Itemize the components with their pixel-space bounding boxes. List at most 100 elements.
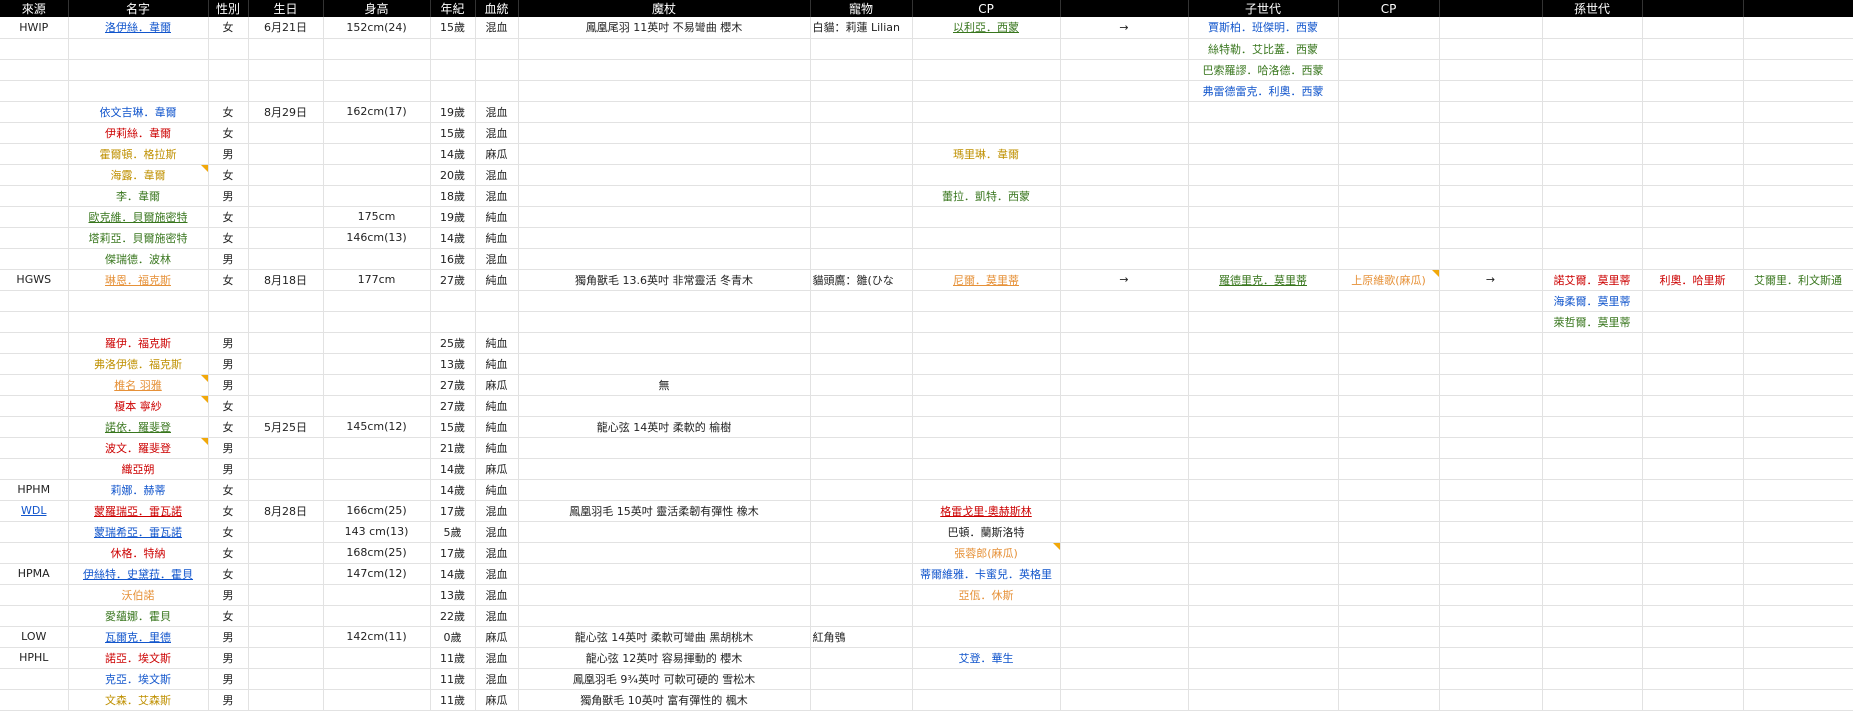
cell-grandchild-3[interactable]: [1743, 416, 1853, 438]
cell-arrow[interactable]: [1060, 689, 1189, 711]
cell-cp[interactable]: 艾登．華生: [912, 647, 1061, 669]
cell-source[interactable]: [0, 605, 69, 627]
cell-grandchild[interactable]: [1542, 143, 1643, 165]
cell-arrow2[interactable]: [1439, 416, 1543, 438]
cell-sex[interactable]: 男: [208, 374, 249, 396]
cell-cp2[interactable]: 上原維歌(麻瓜): [1338, 269, 1440, 291]
cell-arrow2[interactable]: [1439, 605, 1543, 627]
cell-grandchild[interactable]: [1542, 122, 1643, 144]
cell-sex[interactable]: 男: [208, 626, 249, 648]
cell-height[interactable]: [323, 647, 431, 669]
cell-birthday[interactable]: 5月25日: [248, 416, 324, 438]
cell-birthday[interactable]: 8月18日: [248, 269, 324, 291]
cell-source[interactable]: [0, 38, 69, 60]
col-header-pet[interactable]: 寵物: [810, 0, 913, 17]
cell-sex[interactable]: 男: [208, 647, 249, 669]
cell-height[interactable]: 177cm: [323, 269, 431, 291]
cell-grandchild-2[interactable]: [1642, 227, 1744, 249]
cell-cp2[interactable]: [1338, 311, 1440, 333]
cell-birthday[interactable]: [248, 311, 324, 333]
cell-age[interactable]: 21歲: [430, 437, 476, 459]
cell-pet[interactable]: [810, 647, 913, 669]
cell-height[interactable]: [323, 311, 431, 333]
cell-grandchild-3[interactable]: [1743, 311, 1853, 333]
cell-age[interactable]: 13歲: [430, 584, 476, 606]
cell-name[interactable]: [68, 38, 209, 60]
cell-arrow2[interactable]: [1439, 521, 1543, 543]
cell-cp2[interactable]: [1338, 458, 1440, 480]
col-header-source[interactable]: 來源: [0, 0, 69, 17]
cell-arrow2[interactable]: [1439, 395, 1543, 417]
cell-name[interactable]: 伊絲特．史黛菈．霍貝: [68, 563, 209, 585]
cell-name[interactable]: [68, 59, 209, 81]
cell-blood[interactable]: 純血: [475, 437, 519, 459]
cell-sex[interactable]: 女: [208, 605, 249, 627]
cell-pet[interactable]: [810, 248, 913, 270]
cell-sex[interactable]: 男: [208, 668, 249, 690]
cell-pet[interactable]: [810, 38, 913, 60]
cell-age[interactable]: 15歲: [430, 122, 476, 144]
cell-arrow[interactable]: [1060, 626, 1189, 648]
cell-arrow[interactable]: [1060, 563, 1189, 585]
cell-grandchild-2[interactable]: [1642, 689, 1744, 711]
cell-sex[interactable]: 男: [208, 185, 249, 207]
cell-arrow2[interactable]: [1439, 353, 1543, 375]
cell-grandchild[interactable]: [1542, 101, 1643, 123]
col-header-cp2[interactable]: CP: [1338, 0, 1440, 17]
cell-arrow2[interactable]: [1439, 332, 1543, 354]
cell-sex[interactable]: 女: [208, 227, 249, 249]
cell-wand[interactable]: [518, 227, 811, 249]
cell-child[interactable]: 羅德里克．莫里蒂: [1188, 269, 1339, 291]
cell-blood[interactable]: 純血: [475, 479, 519, 501]
cell-age[interactable]: 15歲: [430, 416, 476, 438]
cell-pet[interactable]: [810, 122, 913, 144]
cell-arrow[interactable]: [1060, 647, 1189, 669]
cell-blood[interactable]: 麻瓜: [475, 143, 519, 165]
cell-cp[interactable]: 以利亞．西蒙: [912, 17, 1061, 39]
cell-wand[interactable]: [518, 206, 811, 228]
cell-pet[interactable]: [810, 290, 913, 312]
cell-blood[interactable]: [475, 311, 519, 333]
cell-birthday[interactable]: [248, 479, 324, 501]
cell-arrow2[interactable]: [1439, 668, 1543, 690]
cell-age[interactable]: 0歲: [430, 626, 476, 648]
cell-wand[interactable]: 龍心弦 12英吋 容易揮動的 櫻木: [518, 647, 811, 669]
cell-height[interactable]: [323, 353, 431, 375]
cell-grandchild-3[interactable]: [1743, 80, 1853, 102]
cell-source[interactable]: [0, 374, 69, 396]
cell-grandchild-2[interactable]: [1642, 458, 1744, 480]
cell-child[interactable]: [1188, 332, 1339, 354]
cell-grandchild-2[interactable]: [1642, 416, 1744, 438]
cell-age[interactable]: 19歲: [430, 206, 476, 228]
cell-child[interactable]: [1188, 227, 1339, 249]
cell-name[interactable]: 蒙羅瑞亞．雷瓦諾: [68, 500, 209, 522]
cell-blood[interactable]: [475, 59, 519, 81]
cell-name[interactable]: 諾依．羅斐登: [68, 416, 209, 438]
cell-source[interactable]: [0, 101, 69, 123]
cell-blood[interactable]: 麻瓜: [475, 626, 519, 648]
cell-sex[interactable]: 男: [208, 458, 249, 480]
cell-blood[interactable]: 純血: [475, 227, 519, 249]
col-header-children[interactable]: 子世代: [1188, 0, 1339, 17]
cell-birthday[interactable]: 8月28日: [248, 500, 324, 522]
cell-grandchild-2[interactable]: [1642, 122, 1744, 144]
cell-source[interactable]: [0, 332, 69, 354]
cell-source[interactable]: [0, 458, 69, 480]
cell-cp2[interactable]: [1338, 206, 1440, 228]
cell-grandchild-2[interactable]: [1642, 17, 1744, 39]
cell-grandchild[interactable]: 萊哲爾．莫里蒂: [1542, 311, 1643, 333]
cell-grandchild-3[interactable]: [1743, 164, 1853, 186]
cell-name[interactable]: [68, 311, 209, 333]
cell-age[interactable]: [430, 290, 476, 312]
cell-grandchild[interactable]: [1542, 689, 1643, 711]
cell-blood[interactable]: 混血: [475, 500, 519, 522]
cell-cp2[interactable]: [1338, 437, 1440, 459]
cell-source[interactable]: HPMA: [0, 563, 69, 585]
cell-grandchild-3[interactable]: [1743, 563, 1853, 585]
cell-cp2[interactable]: [1338, 353, 1440, 375]
cell-grandchild-3[interactable]: [1743, 479, 1853, 501]
cell-grandchild-3[interactable]: [1743, 605, 1853, 627]
cell-grandchild-2[interactable]: [1642, 185, 1744, 207]
cell-grandchild[interactable]: 海柔爾．莫里蒂: [1542, 290, 1643, 312]
cell-birthday[interactable]: [248, 395, 324, 417]
